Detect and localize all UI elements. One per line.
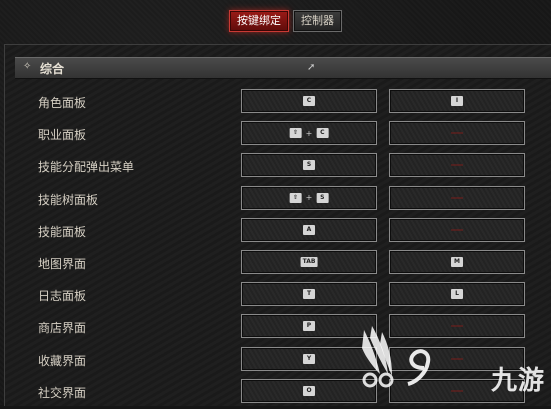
- primary-binding-slot[interactable]: C: [241, 89, 377, 113]
- keycap: C: [303, 96, 315, 106]
- key-bindings-panel: ✧ 综合 ➚ 角色面板 C I 职业面板 ⇧ + C 技能分配弹出菜单 S 技能树面板 ⇧ + S 技能面…: [4, 44, 551, 406]
- binding-row: 职业面板 ⇧ + C: [5, 120, 551, 146]
- key-combo: [451, 390, 463, 392]
- section-header-general[interactable]: ✧ 综合 ➚: [15, 57, 551, 79]
- binding-row: 技能树面板 ⇧ + S: [5, 185, 551, 211]
- keycap: I: [451, 96, 463, 106]
- unbound-marker: [451, 325, 463, 327]
- key-combo: [451, 325, 463, 327]
- secondary-binding-slot[interactable]: [389, 185, 525, 210]
- key-combo: I: [451, 96, 463, 106]
- binding-row: 技能分配弹出菜单 S: [5, 152, 551, 178]
- key-combo: L: [451, 289, 463, 300]
- binding-row: 技能面板 A: [5, 217, 551, 243]
- secondary-binding-slot[interactable]: [389, 217, 525, 242]
- binding-label: 角色面板: [38, 96, 87, 110]
- secondary-binding-slot[interactable]: I: [389, 89, 525, 113]
- secondary-binding-slot[interactable]: [389, 314, 525, 339]
- binding-label: 技能面板: [38, 224, 87, 239]
- primary-binding-slot[interactable]: P: [241, 314, 377, 339]
- keycap: Y: [303, 353, 315, 364]
- unbound-marker: [451, 132, 463, 134]
- primary-binding-slot[interactable]: S: [241, 153, 377, 178]
- tab-key-bindings[interactable]: 按键绑定: [229, 10, 289, 32]
- primary-binding-slot[interactable]: A: [241, 217, 377, 242]
- key-combo: ⇧ + C: [289, 128, 329, 139]
- key-combo: C: [303, 96, 315, 106]
- key-combo: S: [303, 160, 315, 171]
- binding-row: 商店界面 P: [5, 313, 551, 339]
- keycap: S: [316, 192, 329, 203]
- unbound-marker: [451, 164, 463, 166]
- keycap: ⇧: [289, 192, 302, 203]
- binding-label: 收藏界面: [38, 353, 87, 368]
- binding-label: 技能分配弹出菜单: [38, 160, 135, 175]
- binding-label: 职业面板: [38, 128, 87, 143]
- key-combo: [451, 197, 463, 199]
- key-combo: [451, 358, 463, 360]
- keycap: P: [303, 321, 315, 332]
- secondary-binding-slot[interactable]: M: [389, 250, 525, 274]
- mouse-cursor-icon: ➚: [307, 62, 316, 73]
- primary-binding-slot[interactable]: Y: [241, 346, 377, 371]
- binding-label: 技能树面板: [38, 192, 99, 207]
- tab-bar: 按键绑定 控制器: [229, 10, 342, 32]
- keycap: O: [303, 385, 315, 396]
- keycap: S: [303, 160, 315, 171]
- keycap: C: [316, 128, 329, 139]
- primary-binding-slot[interactable]: ⇧ + C: [241, 121, 377, 146]
- key-combo: A: [303, 224, 315, 235]
- keycap: A: [303, 224, 315, 235]
- key-combo: O: [303, 385, 315, 396]
- unbound-marker: [451, 197, 463, 199]
- key-combo: [451, 164, 463, 166]
- plus-sign: +: [305, 128, 313, 138]
- keycap: TAB: [300, 257, 318, 267]
- secondary-binding-slot[interactable]: [389, 346, 525, 371]
- secondary-binding-slot[interactable]: [389, 121, 525, 146]
- unbound-marker: [451, 358, 463, 360]
- unbound-marker: [451, 229, 463, 231]
- binding-row: 地图界面 TAB M: [5, 249, 551, 275]
- keycap: ⇧: [289, 128, 302, 139]
- binding-row: 收藏界面 Y: [5, 346, 551, 372]
- primary-binding-slot[interactable]: ⇧ + S: [241, 185, 377, 210]
- binding-label: 商店界面: [38, 321, 87, 336]
- binding-row: 社交界面 O: [5, 378, 551, 404]
- primary-binding-slot[interactable]: O: [241, 378, 377, 403]
- key-combo: M: [451, 257, 463, 267]
- key-combo: [451, 132, 463, 134]
- primary-binding-slot[interactable]: T: [241, 282, 377, 307]
- keycap: M: [451, 257, 463, 267]
- key-combo: TAB: [300, 257, 318, 267]
- secondary-binding-slot[interactable]: L: [389, 282, 525, 307]
- unbound-marker: [451, 390, 463, 392]
- keycap: T: [303, 289, 315, 300]
- keycap: L: [451, 289, 463, 300]
- binding-label: 社交界面: [38, 385, 87, 400]
- binding-row: 日志面板 T L: [5, 281, 551, 307]
- binding-label: 日志面板: [38, 289, 87, 304]
- key-combo: T: [303, 289, 315, 300]
- key-combo: ⇧ + S: [289, 192, 329, 203]
- primary-binding-slot[interactable]: TAB: [241, 250, 377, 274]
- key-combo: P: [303, 321, 315, 332]
- key-combo: Y: [303, 353, 315, 364]
- binding-row: 角色面板 C I: [5, 88, 551, 114]
- key-combo: [451, 229, 463, 231]
- binding-label: 地图界面: [38, 257, 87, 271]
- section-title: 综合: [40, 62, 65, 76]
- tab-controller[interactable]: 控制器: [293, 10, 342, 32]
- plus-sign: +: [305, 193, 313, 203]
- secondary-binding-slot[interactable]: [389, 378, 525, 403]
- expand-diamond-icon: ✧: [23, 61, 32, 72]
- secondary-binding-slot[interactable]: [389, 153, 525, 178]
